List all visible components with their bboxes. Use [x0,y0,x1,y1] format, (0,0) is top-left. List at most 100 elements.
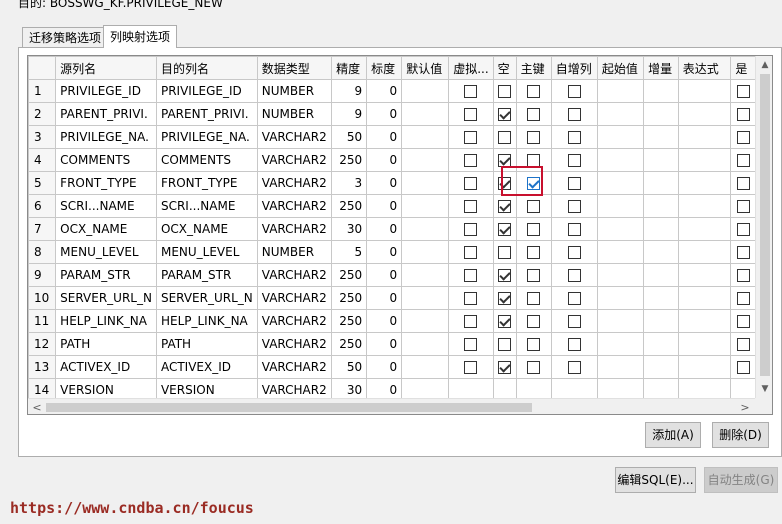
table-row[interactable]: 6 SCRI...NAME SCRI...NAME VARCHAR2 250 0 [28,194,756,218]
nullable-checkbox[interactable] [498,315,512,328]
scroll-right-arrow-icon[interactable]: > [736,399,754,414]
precision-cell[interactable]: 3 [331,171,368,195]
increment-cell[interactable] [643,240,679,264]
data-type-cell[interactable]: VARCHAR2 [256,125,333,149]
auto-increment-checkbox[interactable] [567,177,581,190]
expression-cell[interactable] [677,263,732,287]
table-row[interactable]: 14 VERSION VERSION VARCHAR2 30 0 [28,378,756,398]
table-row[interactable]: 10 SERVER_URL_N SERVER_URL_N VARCHAR2 250 0 [28,286,756,310]
nullable-checkbox[interactable] [498,223,512,236]
auto-increment-checkbox[interactable] [567,338,581,351]
scale-cell[interactable]: 0 [366,217,403,241]
expression-cell[interactable] [677,102,732,126]
data-type-cell[interactable]: VARCHAR2 [256,171,333,195]
increment-cell[interactable] [643,148,679,172]
scale-cell[interactable]: 0 [366,240,403,264]
virtual-checkbox[interactable] [464,200,478,213]
expression-cell[interactable] [677,355,732,379]
target-column-name-cell[interactable]: FRONT_TYPE [155,171,258,195]
column-header[interactable]: 默认值 [401,56,450,80]
default-value-cell[interactable] [401,240,450,264]
target-column-name-cell[interactable]: PRIVILEGE_ID [155,79,258,103]
increment-cell[interactable] [643,79,679,103]
start-value-cell[interactable] [596,355,645,379]
default-value-cell[interactable] [401,102,450,126]
column-header[interactable]: 精度 [331,56,368,80]
precision-cell[interactable]: 250 [331,309,368,333]
target-column-name-cell[interactable]: PRIVILEGE_NA. [155,125,258,149]
precision-cell[interactable]: 250 [331,263,368,287]
nullable-checkbox[interactable] [498,361,512,374]
data-type-cell[interactable]: VARCHAR2 [256,217,333,241]
column-header[interactable]: 目的列名 [155,56,258,80]
virtual-checkbox[interactable] [464,177,478,190]
precision-cell[interactable]: 250 [331,332,368,356]
last-flag-checkbox[interactable] [736,315,750,328]
column-header[interactable]: 数据类型 [256,56,333,80]
auto-increment-checkbox[interactable] [567,108,581,121]
virtual-checkbox[interactable] [464,361,478,374]
add-button[interactable]: 添加(A) [645,422,701,448]
expression-cell[interactable] [677,148,732,172]
data-type-cell[interactable]: VARCHAR2 [256,286,333,310]
virtual-checkbox[interactable] [464,246,478,259]
data-type-cell[interactable]: VARCHAR2 [256,194,333,218]
source-column-name-cell[interactable]: VERSION [55,378,157,398]
last-flag-checkbox[interactable] [736,177,750,190]
primary-key-checkbox[interactable] [527,131,541,144]
last-flag-checkbox[interactable] [736,246,750,259]
nullable-checkbox[interactable] [498,131,512,144]
scale-cell[interactable]: 0 [366,125,403,149]
start-value-cell[interactable] [596,240,645,264]
scale-cell[interactable]: 0 [366,148,403,172]
primary-key-checkbox[interactable] [527,246,541,259]
scroll-up-arrow-icon[interactable]: ▲ [756,56,772,74]
data-type-cell[interactable]: NUMBER [256,102,333,126]
target-column-name-cell[interactable]: PATH [155,332,258,356]
column-header[interactable]: 空 [492,56,517,80]
precision-cell[interactable]: 30 [331,378,368,398]
default-value-cell[interactable] [401,194,450,218]
scale-cell[interactable]: 0 [366,355,403,379]
increment-cell[interactable] [643,286,679,310]
last-flag-checkbox[interactable] [736,338,750,351]
increment-cell[interactable] [643,171,679,195]
default-value-cell[interactable] [401,378,450,398]
precision-cell[interactable]: 50 [331,355,368,379]
source-column-name-cell[interactable]: PRIVILEGE_NA. [55,125,157,149]
virtual-checkbox[interactable] [464,338,478,351]
table-row[interactable]: 13 ACTIVEX_ID ACTIVEX_ID VARCHAR2 50 0 [28,355,756,379]
auto-increment-checkbox[interactable] [567,269,581,282]
increment-cell[interactable] [643,309,679,333]
last-flag-checkbox[interactable] [736,269,750,282]
last-flag-checkbox[interactable] [736,200,750,213]
primary-key-checkbox[interactable] [527,108,541,121]
virtual-checkbox[interactable] [464,223,478,236]
expression-cell[interactable] [677,332,732,356]
target-column-name-cell[interactable]: HELP_LINK_NA [155,309,258,333]
auto-increment-checkbox[interactable] [567,154,581,167]
start-value-cell[interactable] [596,378,645,398]
source-column-name-cell[interactable]: PRIVILEGE_ID [55,79,157,103]
source-column-name-cell[interactable]: PARENT_PRIVI. [55,102,157,126]
data-type-cell[interactable]: VARCHAR2 [256,378,333,398]
auto-increment-checkbox[interactable] [567,315,581,328]
scroll-down-arrow-icon[interactable]: ▼ [756,380,772,398]
source-column-name-cell[interactable]: PATH [55,332,157,356]
scale-cell[interactable]: 0 [366,309,403,333]
target-column-name-cell[interactable]: SCRI...NAME [155,194,258,218]
start-value-cell[interactable] [596,125,645,149]
default-value-cell[interactable] [401,171,450,195]
precision-cell[interactable]: 9 [331,79,368,103]
scale-cell[interactable]: 0 [366,79,403,103]
increment-cell[interactable] [643,102,679,126]
source-column-name-cell[interactable]: SCRI...NAME [55,194,157,218]
precision-cell[interactable]: 250 [331,286,368,310]
last-flag-checkbox[interactable] [736,108,750,121]
increment-cell[interactable] [643,355,679,379]
precision-cell[interactable]: 50 [331,125,368,149]
start-value-cell[interactable] [596,263,645,287]
default-value-cell[interactable] [401,79,450,103]
scale-cell[interactable]: 0 [366,194,403,218]
target-column-name-cell[interactable]: VERSION [155,378,258,398]
